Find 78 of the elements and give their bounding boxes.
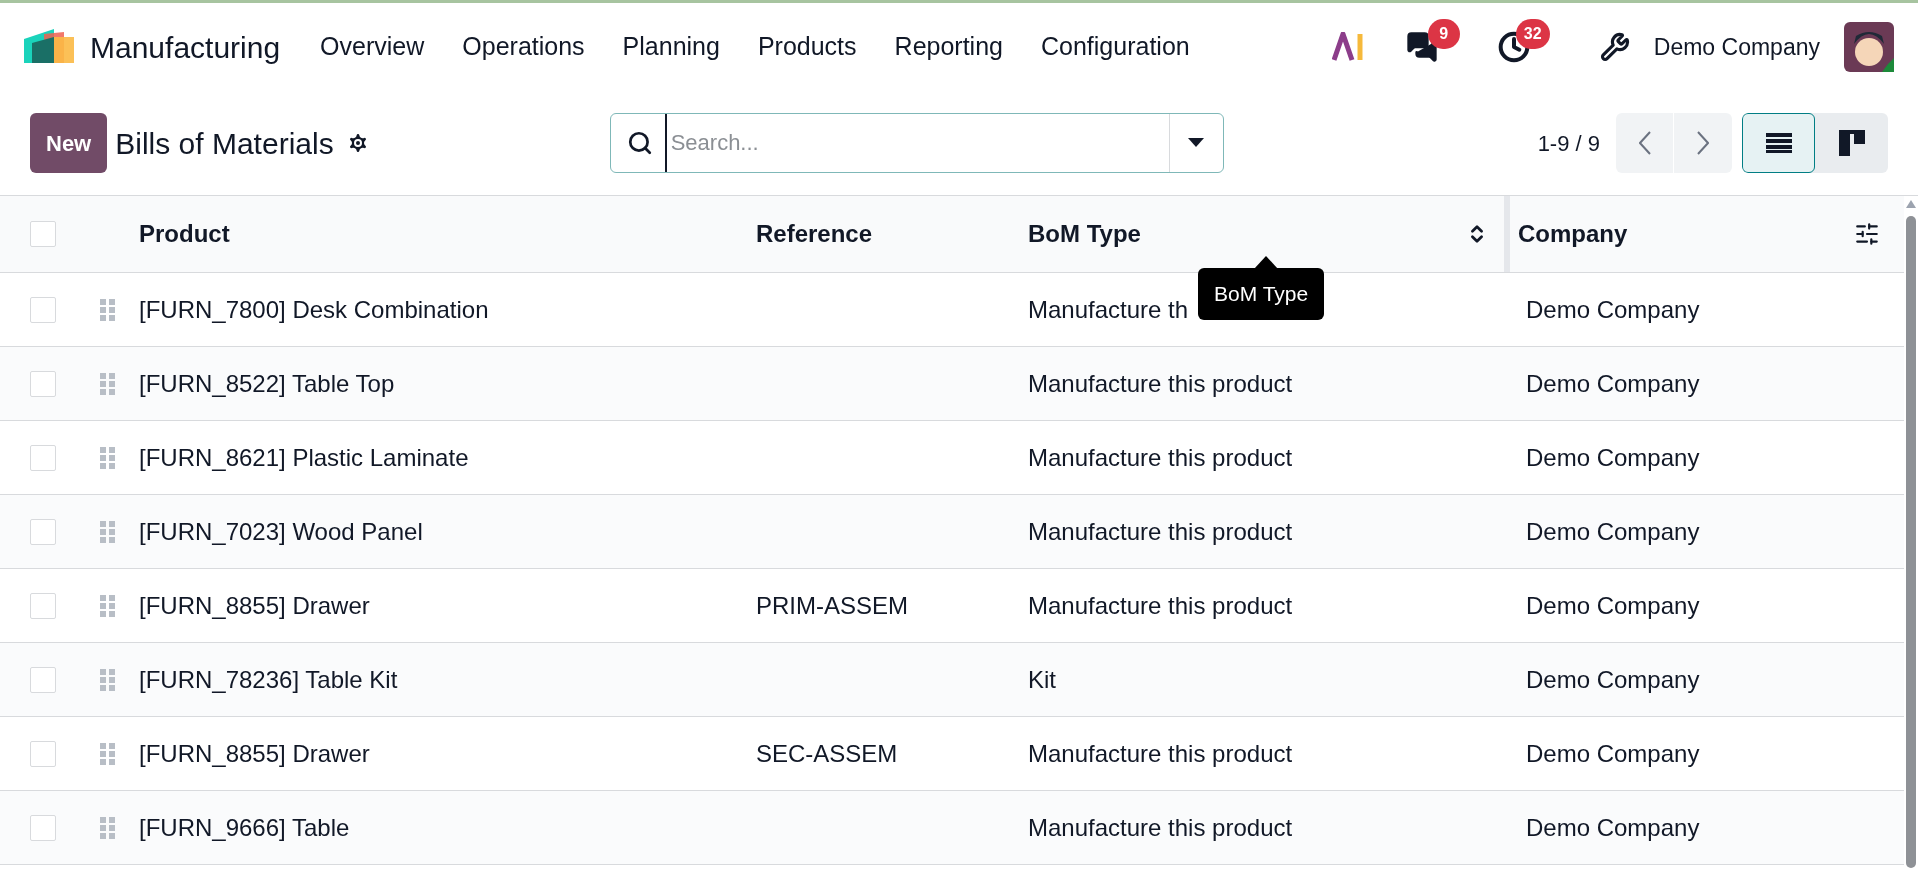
table-cell: [FURN_8855] Drawer	[139, 739, 370, 767]
list-view-icon	[1765, 133, 1792, 153]
checkbox[interactable]	[30, 518, 56, 545]
checkbox[interactable]	[30, 666, 56, 693]
table-cell: Manufacture this product	[1028, 739, 1293, 767]
app-name[interactable]: Manufacturing	[90, 24, 281, 70]
search-input[interactable]: Search...	[664, 114, 1169, 172]
drag-handle-icon[interactable]	[100, 298, 115, 321]
menu-item[interactable]: Products	[757, 28, 857, 66]
table-cell: Demo Company	[1526, 295, 1700, 323]
table-cell: Manufacture this product	[1028, 369, 1293, 397]
table-cell: Demo Company	[1526, 369, 1700, 397]
drag-handle-icon[interactable]	[100, 520, 115, 543]
bom-type-tooltip: BoM Type	[1198, 268, 1325, 320]
table-cell: Demo Company	[1526, 739, 1700, 767]
drag-handle-icon[interactable]	[100, 594, 115, 617]
table-cell: [FURN_78236] Table Kit	[139, 665, 398, 693]
table-cell: Manufacture this product	[1028, 443, 1293, 471]
drag-handle-icon[interactable]	[100, 372, 115, 395]
checkbox[interactable]	[30, 296, 56, 323]
drag-handle-icon[interactable]	[100, 668, 115, 691]
drag-handle-icon[interactable]	[100, 446, 115, 469]
menu-item[interactable]: Overview	[320, 28, 425, 66]
menu-item[interactable]: Planning	[622, 28, 720, 66]
table-cell: Manufacture this product	[1028, 517, 1293, 545]
menu-item[interactable]: Reporting	[894, 28, 1003, 66]
caret-icon	[1188, 138, 1205, 148]
table-cell: Demo Company	[1526, 443, 1700, 471]
activity-count: 32	[1515, 19, 1550, 49]
chevron-left-icon	[1638, 131, 1651, 155]
column-header[interactable]: Reference	[756, 216, 873, 252]
table-cell: [FURN_8522] Table Top	[139, 369, 395, 397]
avatar[interactable]	[1844, 22, 1894, 72]
table-cell: Demo Company	[1526, 517, 1700, 545]
table-cell: [FURN_7023] Wood Panel	[139, 517, 423, 545]
new-button[interactable]: New	[30, 113, 108, 173]
table-cell: Manufacture th	[1028, 295, 1189, 323]
table-cell: Demo Company	[1526, 591, 1700, 619]
search-icon[interactable]	[626, 130, 653, 156]
menu-item[interactable]: Configuration	[1041, 28, 1190, 66]
column-header[interactable]: Company	[1518, 216, 1628, 252]
chevron-right-icon	[1697, 131, 1709, 155]
table-cell: Manufacture this product	[1028, 591, 1293, 619]
app-logo-icon	[24, 29, 74, 65]
checkbox[interactable]	[30, 370, 56, 397]
column-header[interactable]: Product	[139, 216, 230, 252]
table-cell: PRIM-ASSEM	[756, 591, 908, 619]
column-settings-icon[interactable]	[1854, 221, 1880, 247]
table-cell: Kit	[1028, 665, 1056, 693]
table-cell: SEC-ASSEM	[756, 739, 898, 767]
tooltip-arrow-icon	[1254, 256, 1278, 269]
table-cell: [FURN_8855] Drawer	[139, 591, 370, 619]
message-count: 9	[1427, 19, 1460, 49]
tools-icon[interactable]	[1599, 32, 1630, 62]
table-cell: [FURN_9666] Table	[139, 813, 350, 841]
list-view-button[interactable]	[1742, 113, 1815, 173]
column-header[interactable]: BoM Type	[1028, 216, 1141, 252]
table-cell: Demo Company	[1526, 813, 1700, 841]
table-cell: Demo Company	[1526, 665, 1700, 693]
checkbox[interactable]	[30, 592, 56, 619]
menu-item[interactable]: Operations	[462, 28, 585, 66]
scroll-up-icon[interactable]	[1906, 200, 1916, 208]
checkbox[interactable]	[30, 814, 56, 841]
table-cell: [FURN_7800] Desk Combination	[139, 295, 489, 323]
kanban-view-icon	[1838, 130, 1865, 156]
company-switcher[interactable]: Demo Company	[1653, 29, 1820, 65]
checkbox[interactable]	[30, 444, 56, 471]
table-cell: Manufacture this product	[1028, 813, 1293, 841]
table-cell: [FURN_8621] Plastic Laminate	[139, 443, 469, 471]
drag-handle-icon[interactable]	[100, 742, 115, 765]
checkbox[interactable]	[30, 740, 56, 767]
search-field[interactable]: Search...	[609, 113, 1224, 173]
ai-icon[interactable]	[1331, 32, 1366, 62]
messages-icon[interactable]	[1405, 31, 1438, 63]
page-title: Bills of Materials	[115, 125, 334, 162]
pager-value[interactable]: 1-9 / 9	[1537, 126, 1600, 160]
checkbox[interactable]	[30, 221, 56, 247]
drag-handle-icon[interactable]	[100, 816, 115, 839]
